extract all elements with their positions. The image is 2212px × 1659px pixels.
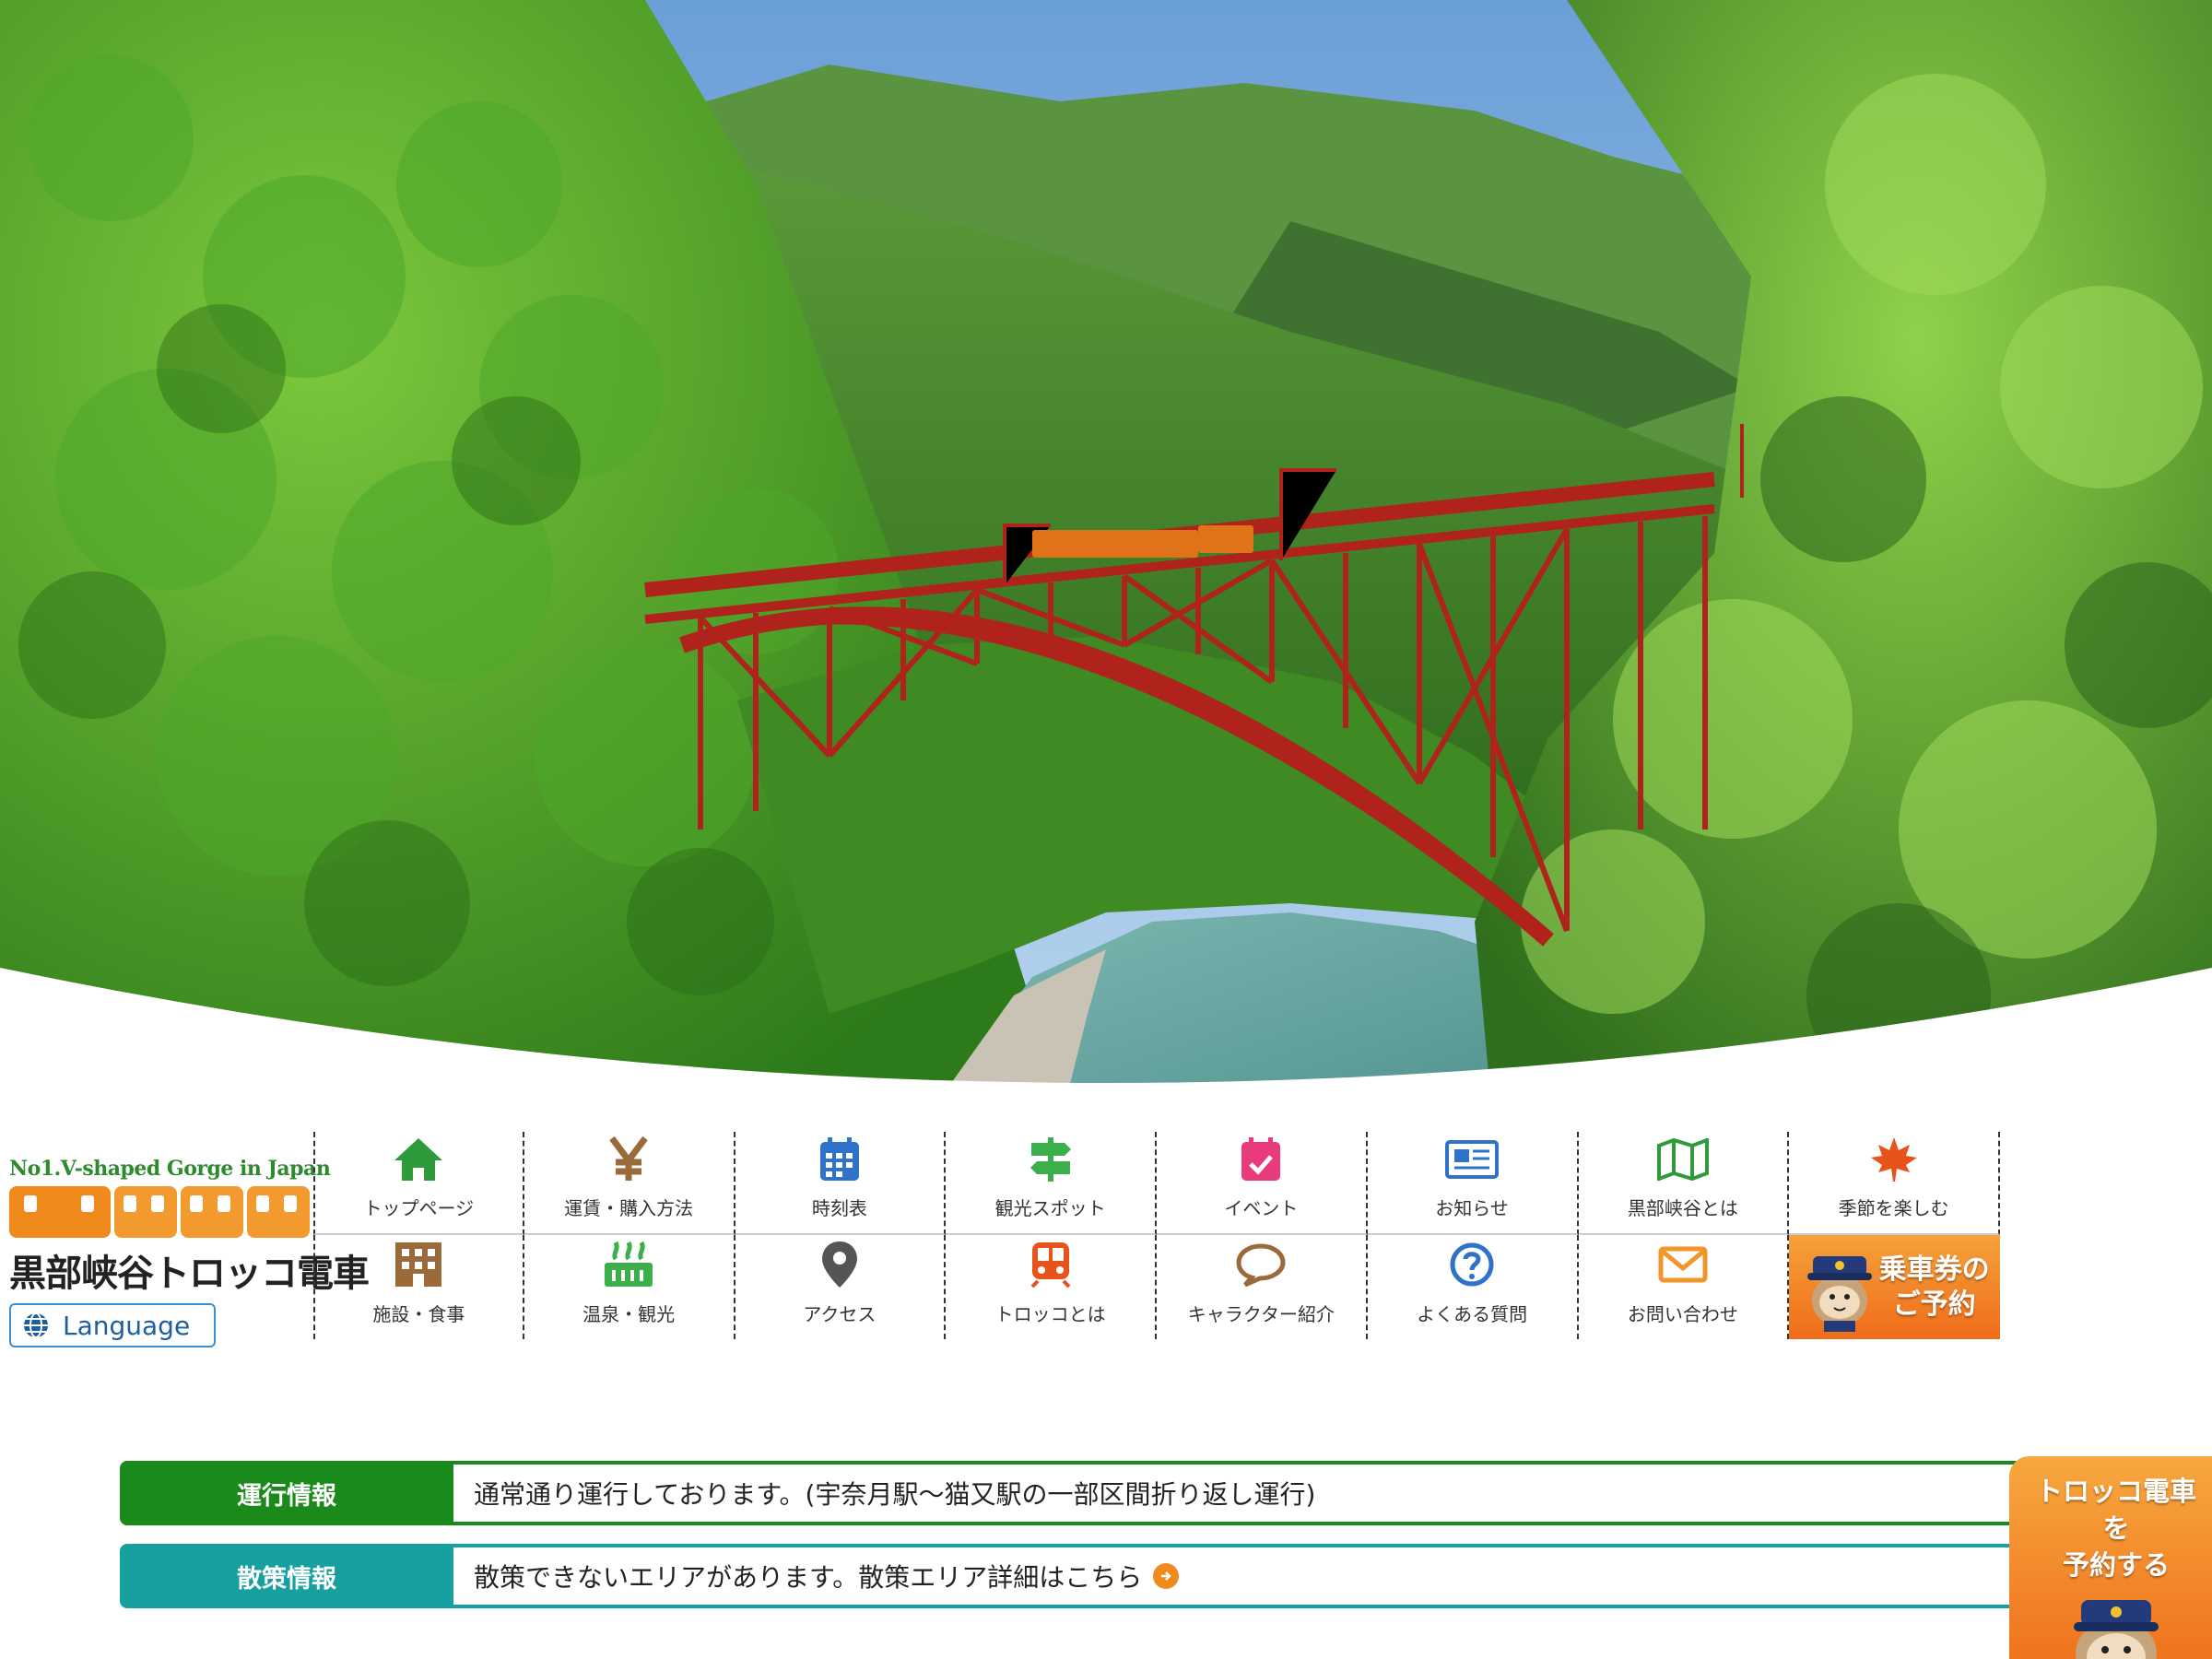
nav-label: トロッコとは <box>994 1303 1106 1325</box>
language-button[interactable]: Language <box>9 1303 216 1347</box>
nav-item-about-torokko[interactable]: トロッコとは <box>946 1235 1157 1339</box>
maple-leaf-icon <box>1870 1136 1917 1182</box>
arrow-right-icon <box>1153 1563 1180 1589</box>
conductor-mascot-icon <box>2074 1600 2159 1659</box>
nav-label: 温泉・観光 <box>582 1303 676 1325</box>
nav-item-about-gorge[interactable]: 黒部峡谷とは <box>1578 1132 1790 1235</box>
nav-item-top[interactable]: トップページ <box>313 1132 524 1235</box>
walk-info-bar[interactable]: 散策情報 散策できないエリアがあります。散策エリア詳細はこちら <box>120 1544 2028 1608</box>
nav-item-characters[interactable]: キャラクター紹介 <box>1157 1235 1368 1339</box>
nav-item-access[interactable]: アクセス <box>735 1235 947 1339</box>
logo-tagline: No1.V-shaped Gorge in Japan <box>9 1157 331 1181</box>
conductor-mascot-icon <box>1806 1255 1872 1332</box>
nav-item-timetable[interactable]: 時刻表 <box>735 1132 947 1235</box>
nav-label: 運賃・購入方法 <box>564 1197 694 1219</box>
operation-info-tag: 運行情報 <box>237 1481 336 1511</box>
building-icon <box>395 1242 442 1287</box>
logo-title: 黒部峡谷トロッコ電車 <box>9 1252 370 1295</box>
nav-item-news[interactable]: お知らせ <box>1367 1132 1579 1235</box>
reserve-label: 乗車券の ご予約 <box>1879 1253 1990 1323</box>
hero-scene <box>0 0 2212 1124</box>
nav-label: 時刻表 <box>811 1197 867 1219</box>
reserve-label-line2: ご予約 <box>1892 1288 1976 1321</box>
nav-item-event[interactable]: イベント <box>1157 1132 1368 1235</box>
nav-item-fare[interactable]: 運賃・購入方法 <box>524 1132 735 1235</box>
home-icon <box>394 1137 443 1181</box>
logo-train-car <box>9 1186 111 1238</box>
language-label: Language <box>63 1310 191 1341</box>
floating-reservation-line1: トロッコ電車を <box>2035 1476 2196 1544</box>
reserve-label-line1: 乗車券の <box>1878 1253 1990 1286</box>
nav-item-faq[interactable]: よくある質問 <box>1368 1235 1579 1339</box>
logo-train-car <box>114 1186 177 1238</box>
nav-label: トップページ <box>363 1197 475 1219</box>
question-icon <box>1450 1242 1494 1287</box>
nav-label: 黒部峡谷とは <box>1627 1197 1738 1219</box>
nav-label: アクセス <box>803 1303 877 1325</box>
nav-label: よくある質問 <box>1417 1303 1528 1325</box>
nav-item-contact[interactable]: お問い合わせ <box>1579 1235 1790 1339</box>
nav-label: 施設・食事 <box>372 1303 465 1325</box>
walk-info-tag: 散策情報 <box>237 1564 336 1594</box>
newspaper-icon <box>1445 1139 1500 1179</box>
ticket-reservation-button[interactable]: 乗車券の ご予約 <box>1789 1235 2000 1339</box>
nav-item-seasons[interactable]: 季節を楽しむ <box>1789 1132 2000 1235</box>
nav-item-facilities[interactable]: 施設・食事 <box>313 1235 524 1339</box>
floating-reservation-line2: 予約する <box>2062 1549 2170 1581</box>
train-icon <box>1030 1242 1071 1288</box>
nav-item-onsen[interactable]: 温泉・観光 <box>524 1235 735 1339</box>
globe-icon <box>24 1312 48 1338</box>
nav-label: お知らせ <box>1435 1197 1509 1219</box>
operation-info-message: 通常通り運行しております。(宇奈月駅〜猫又駅の一部区間折り返し運行) <box>453 1465 2024 1522</box>
floating-reservation-button[interactable]: トロッコ電車を 予約する <box>2009 1456 2212 1659</box>
event-calendar-icon <box>1241 1136 1281 1181</box>
speech-bubble-icon <box>1236 1243 1286 1287</box>
site-logo[interactable]: No1.V-shaped Gorge in Japan 黒部峡谷トロッコ電車 <box>9 1157 370 1297</box>
global-nav: トップページ 運賃・購入方法 時刻表 観光スポット イベント お知らせ 黒部峡谷… <box>313 1132 2000 1339</box>
calendar-icon <box>819 1136 859 1181</box>
yen-icon <box>609 1135 648 1181</box>
hero-image <box>0 0 2212 1124</box>
location-pin-icon <box>821 1241 857 1288</box>
operation-info-bar: 運行情報 通常通り運行しております。(宇奈月駅〜猫又駅の一部区間折り返し運行) <box>120 1461 2028 1525</box>
nav-label: イベント <box>1224 1197 1299 1219</box>
logo-train-car <box>181 1186 243 1238</box>
nav-label: 観光スポット <box>994 1197 1106 1219</box>
mail-icon <box>1658 1246 1708 1283</box>
logo-train-graphic <box>9 1186 313 1238</box>
nav-item-spots[interactable]: 観光スポット <box>946 1132 1157 1235</box>
logo-train-car <box>247 1186 310 1238</box>
walk-info-link[interactable]: 散策できないエリアがあります。散策エリア詳細はこちら <box>453 1547 2024 1605</box>
nav-label: 季節を楽しむ <box>1838 1197 1949 1219</box>
walk-info-message: 散策できないエリアがあります。散策エリア詳細はこちら <box>474 1562 1143 1593</box>
signpost-icon <box>1030 1136 1071 1182</box>
map-icon <box>1656 1137 1709 1181</box>
nav-label: お問い合わせ <box>1627 1303 1738 1325</box>
nav-label: キャラクター紹介 <box>1187 1303 1335 1325</box>
hot-spring-icon <box>605 1241 653 1287</box>
